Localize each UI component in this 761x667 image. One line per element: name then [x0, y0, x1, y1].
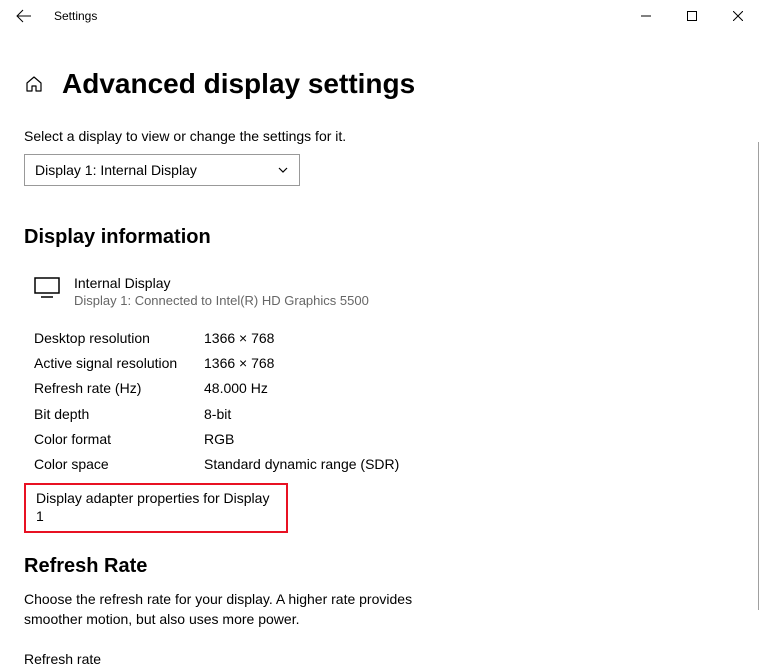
info-label: Refresh rate (Hz) — [34, 376, 204, 401]
close-button[interactable] — [715, 0, 761, 32]
display-summary-text: Internal Display Display 1: Connected to… — [74, 275, 369, 308]
window-controls — [623, 0, 761, 32]
info-label: Active signal resolution — [34, 351, 204, 376]
display-summary: Internal Display Display 1: Connected to… — [34, 275, 737, 308]
table-row: Refresh rate (Hz) 48.000 Hz — [34, 376, 737, 401]
table-row: Bit depth 8-bit — [34, 402, 737, 427]
table-row: Color space Standard dynamic range (SDR) — [34, 452, 737, 477]
info-value: RGB — [204, 427, 234, 452]
info-label: Color format — [34, 427, 204, 452]
instruction-text: Select a display to view or change the s… — [24, 128, 737, 144]
chevron-down-icon — [277, 164, 289, 176]
display-info-heading: Display information — [24, 226, 737, 249]
refresh-rate-description: Choose the refresh rate for your display… — [24, 590, 424, 629]
window-titlebar: Settings — [0, 0, 761, 32]
display-subtitle: Display 1: Connected to Intel(R) HD Grap… — [74, 293, 369, 308]
table-row: Active signal resolution 1366 × 768 — [34, 351, 737, 376]
display-selector-dropdown[interactable]: Display 1: Internal Display — [24, 154, 300, 186]
table-row: Color format RGB — [34, 427, 737, 452]
home-icon — [24, 74, 44, 94]
refresh-rate-label: Refresh rate — [24, 651, 737, 667]
back-button[interactable] — [8, 0, 40, 32]
window-title: Settings — [54, 9, 97, 23]
info-value: Standard dynamic range (SDR) — [204, 452, 399, 477]
info-value: 48.000 Hz — [204, 376, 268, 401]
info-value: 8-bit — [204, 402, 231, 427]
display-name: Internal Display — [74, 275, 369, 291]
info-value: 1366 × 768 — [204, 326, 274, 351]
monitor-icon — [34, 277, 60, 304]
adapter-properties-link[interactable]: Display adapter properties for Display 1 — [36, 490, 269, 524]
refresh-rate-heading: Refresh Rate — [24, 555, 737, 578]
table-row: Desktop resolution 1366 × 768 — [34, 326, 737, 351]
home-button[interactable] — [24, 74, 44, 94]
scrollbar[interactable] — [758, 142, 759, 610]
info-label: Bit depth — [34, 402, 204, 427]
info-label: Desktop resolution — [34, 326, 204, 351]
arrow-left-icon — [16, 8, 32, 24]
close-icon — [733, 11, 743, 21]
minimize-icon — [641, 11, 651, 21]
info-value: 1366 × 768 — [204, 351, 274, 376]
content-area: Advanced display settings Select a displ… — [0, 32, 761, 667]
page-header: Advanced display settings — [24, 68, 737, 100]
maximize-button[interactable] — [669, 0, 715, 32]
display-info-table: Desktop resolution 1366 × 768 Active sig… — [34, 326, 737, 477]
maximize-icon — [687, 11, 697, 21]
minimize-button[interactable] — [623, 0, 669, 32]
info-label: Color space — [34, 452, 204, 477]
page-title: Advanced display settings — [62, 68, 415, 100]
dropdown-selected-value: Display 1: Internal Display — [35, 162, 197, 178]
adapter-properties-highlight: Display adapter properties for Display 1 — [24, 483, 288, 533]
